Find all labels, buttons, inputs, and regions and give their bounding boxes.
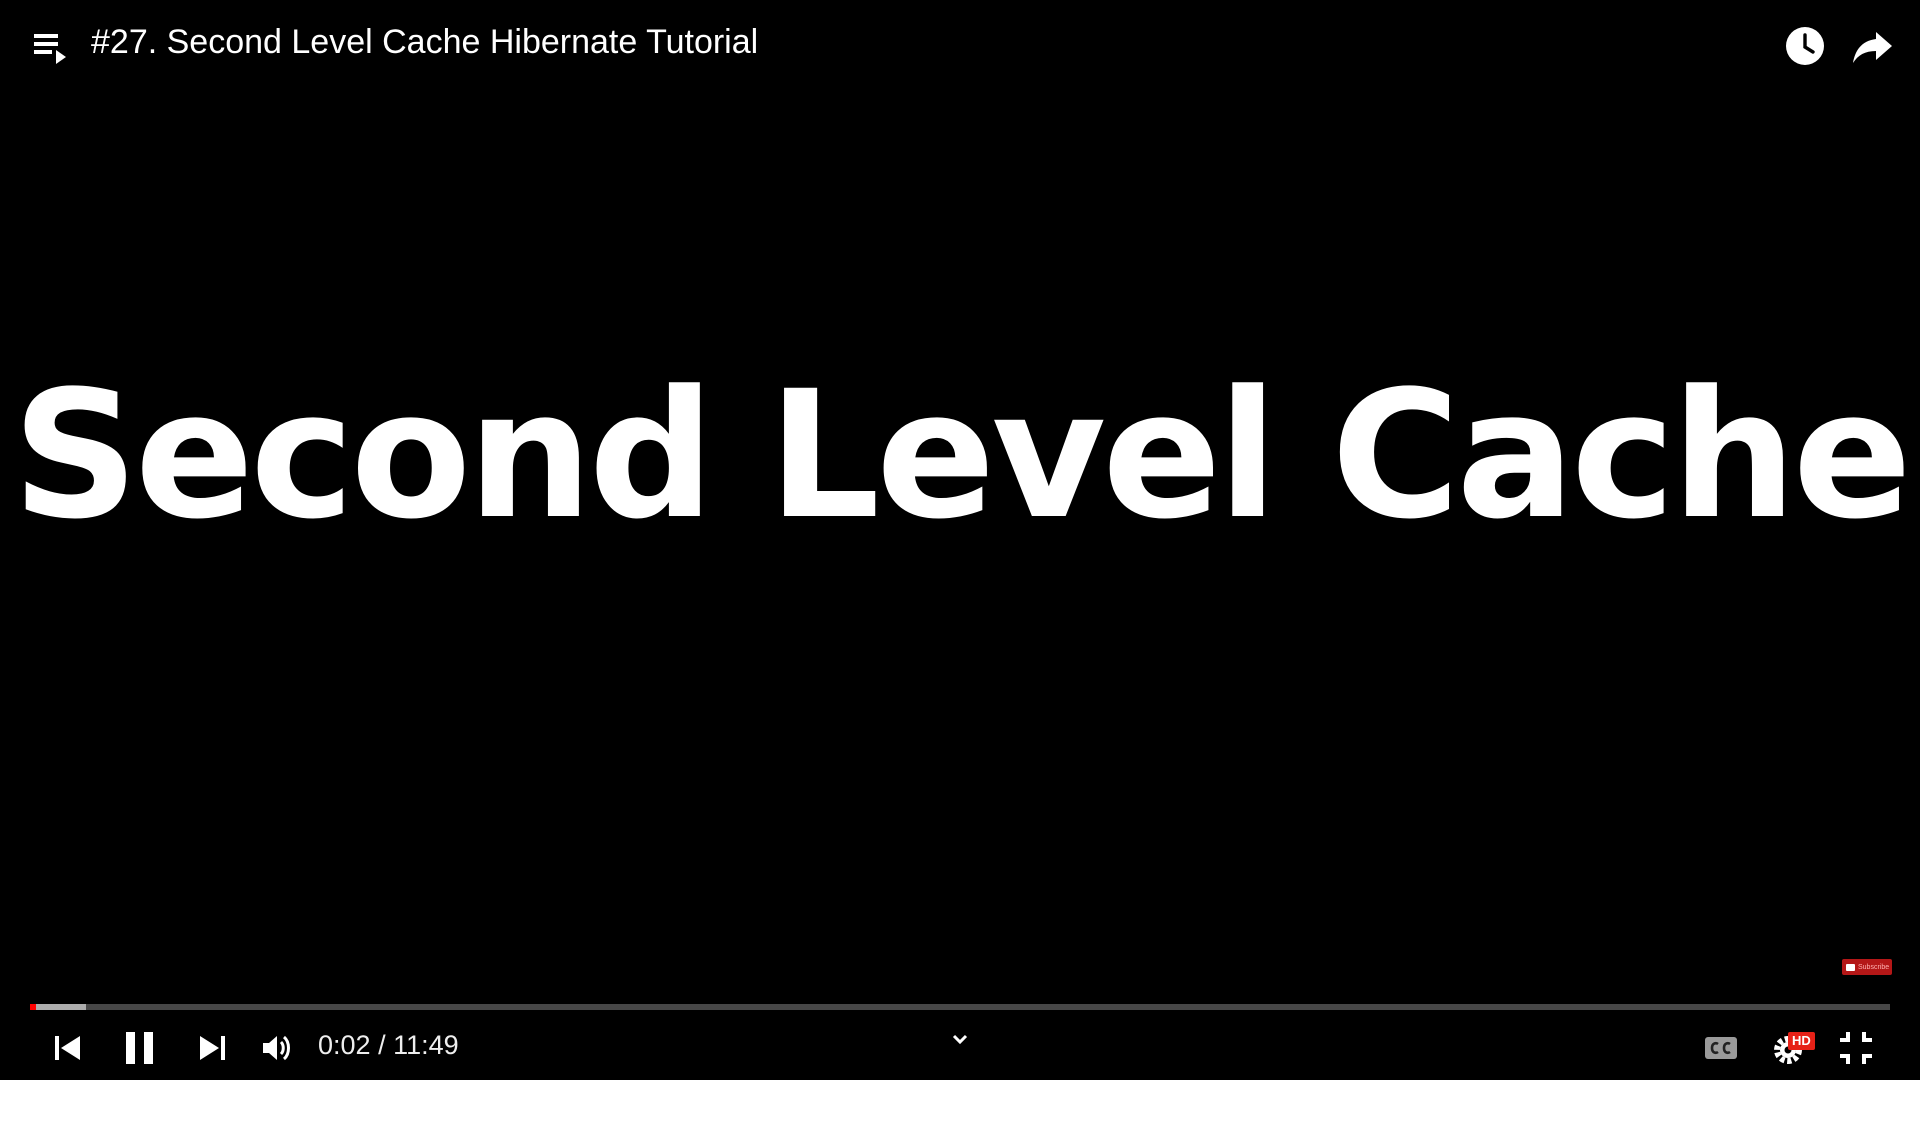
time-duration: 11:49: [393, 1030, 459, 1060]
video-title[interactable]: #27. Second Level Cache Hibernate Tutori…: [91, 23, 758, 62]
skip-next-icon: [200, 1036, 225, 1060]
progress-played: [30, 1004, 36, 1010]
next-button[interactable]: [194, 1030, 230, 1066]
exit-fullscreen-button[interactable]: [1836, 1028, 1876, 1068]
time-separator: /: [370, 1030, 394, 1060]
slide-text: Second Level Cache: [11, 353, 1912, 558]
pause-icon: [126, 1032, 153, 1064]
watch-later-button[interactable]: [1783, 24, 1827, 68]
chevron-down-icon: [952, 1034, 968, 1045]
expand-button[interactable]: [944, 1028, 976, 1052]
volume-icon: [263, 1035, 290, 1061]
clock-icon: [1786, 27, 1824, 65]
captions-button[interactable]: [1702, 1030, 1740, 1066]
share-icon: [1853, 32, 1892, 63]
page-below-player: [0, 1080, 1920, 1134]
subscribe-watermark[interactable]: Subscribe: [1842, 959, 1892, 975]
volume-button[interactable]: [259, 1030, 295, 1066]
playlist-button[interactable]: [30, 28, 70, 68]
progress-buffer: [30, 1004, 86, 1010]
share-button[interactable]: [1850, 24, 1896, 68]
progress-bar[interactable]: [30, 1004, 1890, 1010]
cc-icon: [1705, 1037, 1737, 1059]
hd-badge: HD: [1788, 1032, 1815, 1050]
playlist-icon: [34, 34, 66, 64]
subscribe-watermark-label: Subscribe: [1858, 963, 1890, 971]
player-top-bar: #27. Second Level Cache Hibernate Tutori…: [0, 0, 1920, 90]
time-display: 0:02 / 11:49: [318, 1030, 459, 1061]
pause-button[interactable]: [122, 1028, 158, 1068]
video-player[interactable]: #27. Second Level Cache Hibernate Tutori…: [0, 0, 1920, 1080]
exit-fullscreen-icon: [1840, 1032, 1872, 1064]
previous-button[interactable]: [50, 1030, 86, 1066]
time-current: 0:02: [318, 1030, 371, 1060]
youtube-logo-icon: [1846, 963, 1855, 971]
skip-previous-icon: [55, 1036, 80, 1060]
